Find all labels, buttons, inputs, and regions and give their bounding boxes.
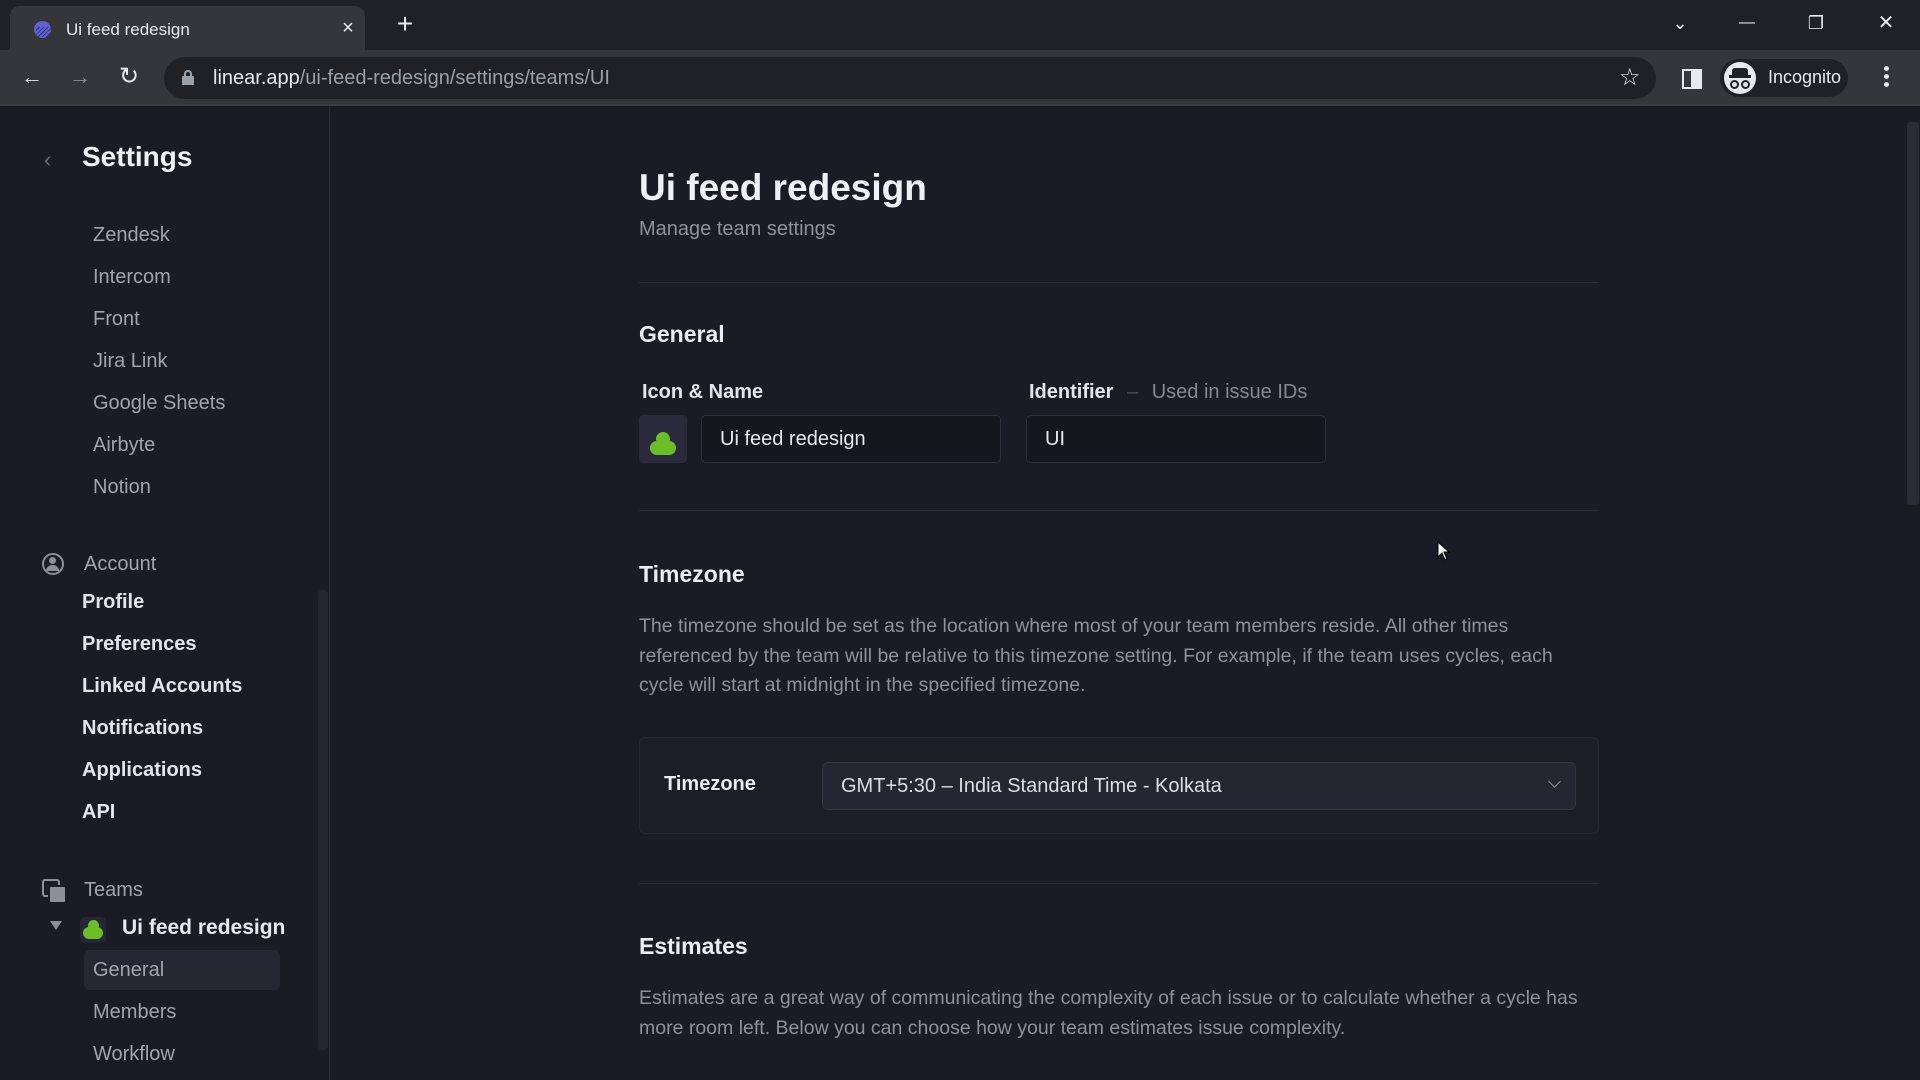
teams-icon [42, 879, 67, 904]
settings-sidebar: ‹ Settings Zendesk Intercom Front Jira L… [0, 107, 330, 1080]
sidebar-item-linked-accounts[interactable]: Linked Accounts [82, 675, 242, 698]
identifier-separator: – [1127, 381, 1139, 403]
sidebar-item-airbyte[interactable]: Airbyte [93, 434, 155, 457]
minimize-icon[interactable]: — [1727, 8, 1767, 38]
timezone-selected-value: GMT+5:30 – India Standard Time - Kolkata [841, 775, 1222, 797]
team-identifier-input[interactable] [1026, 415, 1326, 463]
browser-menu-icon[interactable] [1876, 64, 1896, 92]
back-chevron-icon[interactable]: ‹ [44, 147, 51, 173]
url-host: linear.app [213, 67, 300, 89]
mouse-cursor-icon [1437, 541, 1451, 561]
estimates-description: Estimates are a great way of communicati… [639, 987, 1578, 1039]
page-title: Ui feed redesign [639, 167, 927, 208]
identifier-hint: Used in issue IDs [1151, 381, 1308, 403]
incognito-icon [1724, 62, 1756, 94]
team-settings-main: Ui feed redesign Manage team settings Ge… [331, 107, 1920, 1080]
timezone-heading: Timezone [639, 561, 745, 587]
side-panel-icon[interactable] [1682, 69, 1702, 89]
divider [639, 510, 1599, 511]
sidebar-item-members[interactable]: Members [93, 1001, 176, 1024]
reload-icon[interactable]: ↻ [112, 60, 146, 94]
tab-search-icon[interactable]: ⌄ [1660, 8, 1700, 38]
tab-close-icon[interactable]: × [336, 16, 360, 40]
team-icon-picker-button[interactable] [639, 415, 687, 463]
sidebar-group-label: Teams [84, 879, 143, 901]
team-cloud-icon [80, 917, 106, 943]
tab-title: Ui feed redesign [66, 20, 190, 39]
incognito-label: Incognito [1768, 67, 1842, 87]
main-scrollbar[interactable] [1907, 122, 1919, 505]
timezone-field-label: Timezone [664, 773, 756, 795]
timezone-select[interactable]: GMT+5:30 – India Standard Time - Kolkata [822, 762, 1576, 810]
cloud-icon [650, 432, 676, 455]
sidebar-item-google-sheets[interactable]: Google Sheets [93, 392, 225, 415]
url-path: /ui-feed-redesign/settings/teams/UI [299, 67, 610, 89]
sidebar-group-account: Account [40, 551, 240, 579]
new-tab-button[interactable]: + [390, 9, 420, 39]
sidebar-item-profile[interactable]: Profile [82, 591, 144, 614]
sidebar-item-jira-link[interactable]: Jira Link [93, 350, 167, 373]
forward-icon[interactable]: → [63, 60, 97, 94]
sidebar-group-teams: Teams [40, 877, 240, 905]
incognito-profile-button[interactable]: Incognito [1720, 59, 1848, 97]
identifier-label-text: Identifier [1029, 381, 1114, 403]
timezone-panel: Timezone GMT+5:30 – India Standard Time … [639, 737, 1599, 834]
page-subtitle: Manage team settings [639, 218, 836, 240]
divider [639, 883, 1599, 884]
restore-icon[interactable]: ❐ [1796, 8, 1836, 38]
sidebar-item-zendesk[interactable]: Zendesk [93, 224, 170, 247]
browser-tab[interactable]: Ui feed redesign × [10, 6, 365, 50]
sidebar-item-applications[interactable]: Applications [82, 759, 202, 782]
divider [639, 282, 1599, 283]
back-icon[interactable]: ← [15, 60, 49, 94]
sidebar-item-intercom[interactable]: Intercom [93, 266, 171, 289]
browser-tab-strip: Ui feed redesign × + ⌄ — ❐ ✕ [0, 0, 1920, 50]
caret-down-icon[interactable] [50, 921, 62, 930]
lock-icon[interactable] [182, 70, 194, 85]
team-name: Ui feed redesign [122, 916, 286, 939]
sidebar-item-front[interactable]: Front [93, 308, 140, 331]
account-icon [42, 553, 64, 575]
sidebar-item-general[interactable]: General [93, 959, 164, 982]
linear-favicon-icon [34, 21, 51, 38]
estimates-heading: Estimates [639, 933, 748, 959]
team-name-input[interactable] [701, 415, 1001, 463]
timezone-description: The timezone should be set as the locati… [639, 615, 1553, 696]
sidebar-title: Settings [82, 141, 193, 172]
sidebar-group-label: Account [84, 553, 157, 575]
sidebar-scrollbar[interactable] [318, 590, 328, 1050]
sidebar-team-ui-feed-redesign[interactable]: Ui feed redesign [50, 915, 310, 945]
address-bar[interactable]: linear.app/ui-feed-redesign/settings/tea… [164, 57, 1656, 99]
sidebar-item-notifications[interactable]: Notifications [82, 717, 203, 740]
icon-name-label: Icon & Name [642, 381, 764, 403]
browser-toolbar: ← → ↻ linear.app/ui-feed-redesign/settin… [0, 50, 1920, 106]
sidebar-item-preferences[interactable]: Preferences [82, 633, 197, 656]
sidebar-item-workflow[interactable]: Workflow [93, 1043, 175, 1066]
sidebar-item-notion[interactable]: Notion [93, 476, 151, 499]
sidebar-item-api[interactable]: API [82, 801, 115, 824]
general-heading: General [639, 321, 725, 347]
window-close-icon[interactable]: ✕ [1866, 8, 1906, 38]
url-text[interactable]: linear.app/ui-feed-redesign/settings/tea… [213, 67, 610, 90]
bookmark-star-icon[interactable]: ☆ [1619, 63, 1641, 92]
chevron-down-icon [1548, 775, 1561, 788]
identifier-label: Identifier – Used in issue IDs [1029, 381, 1307, 404]
